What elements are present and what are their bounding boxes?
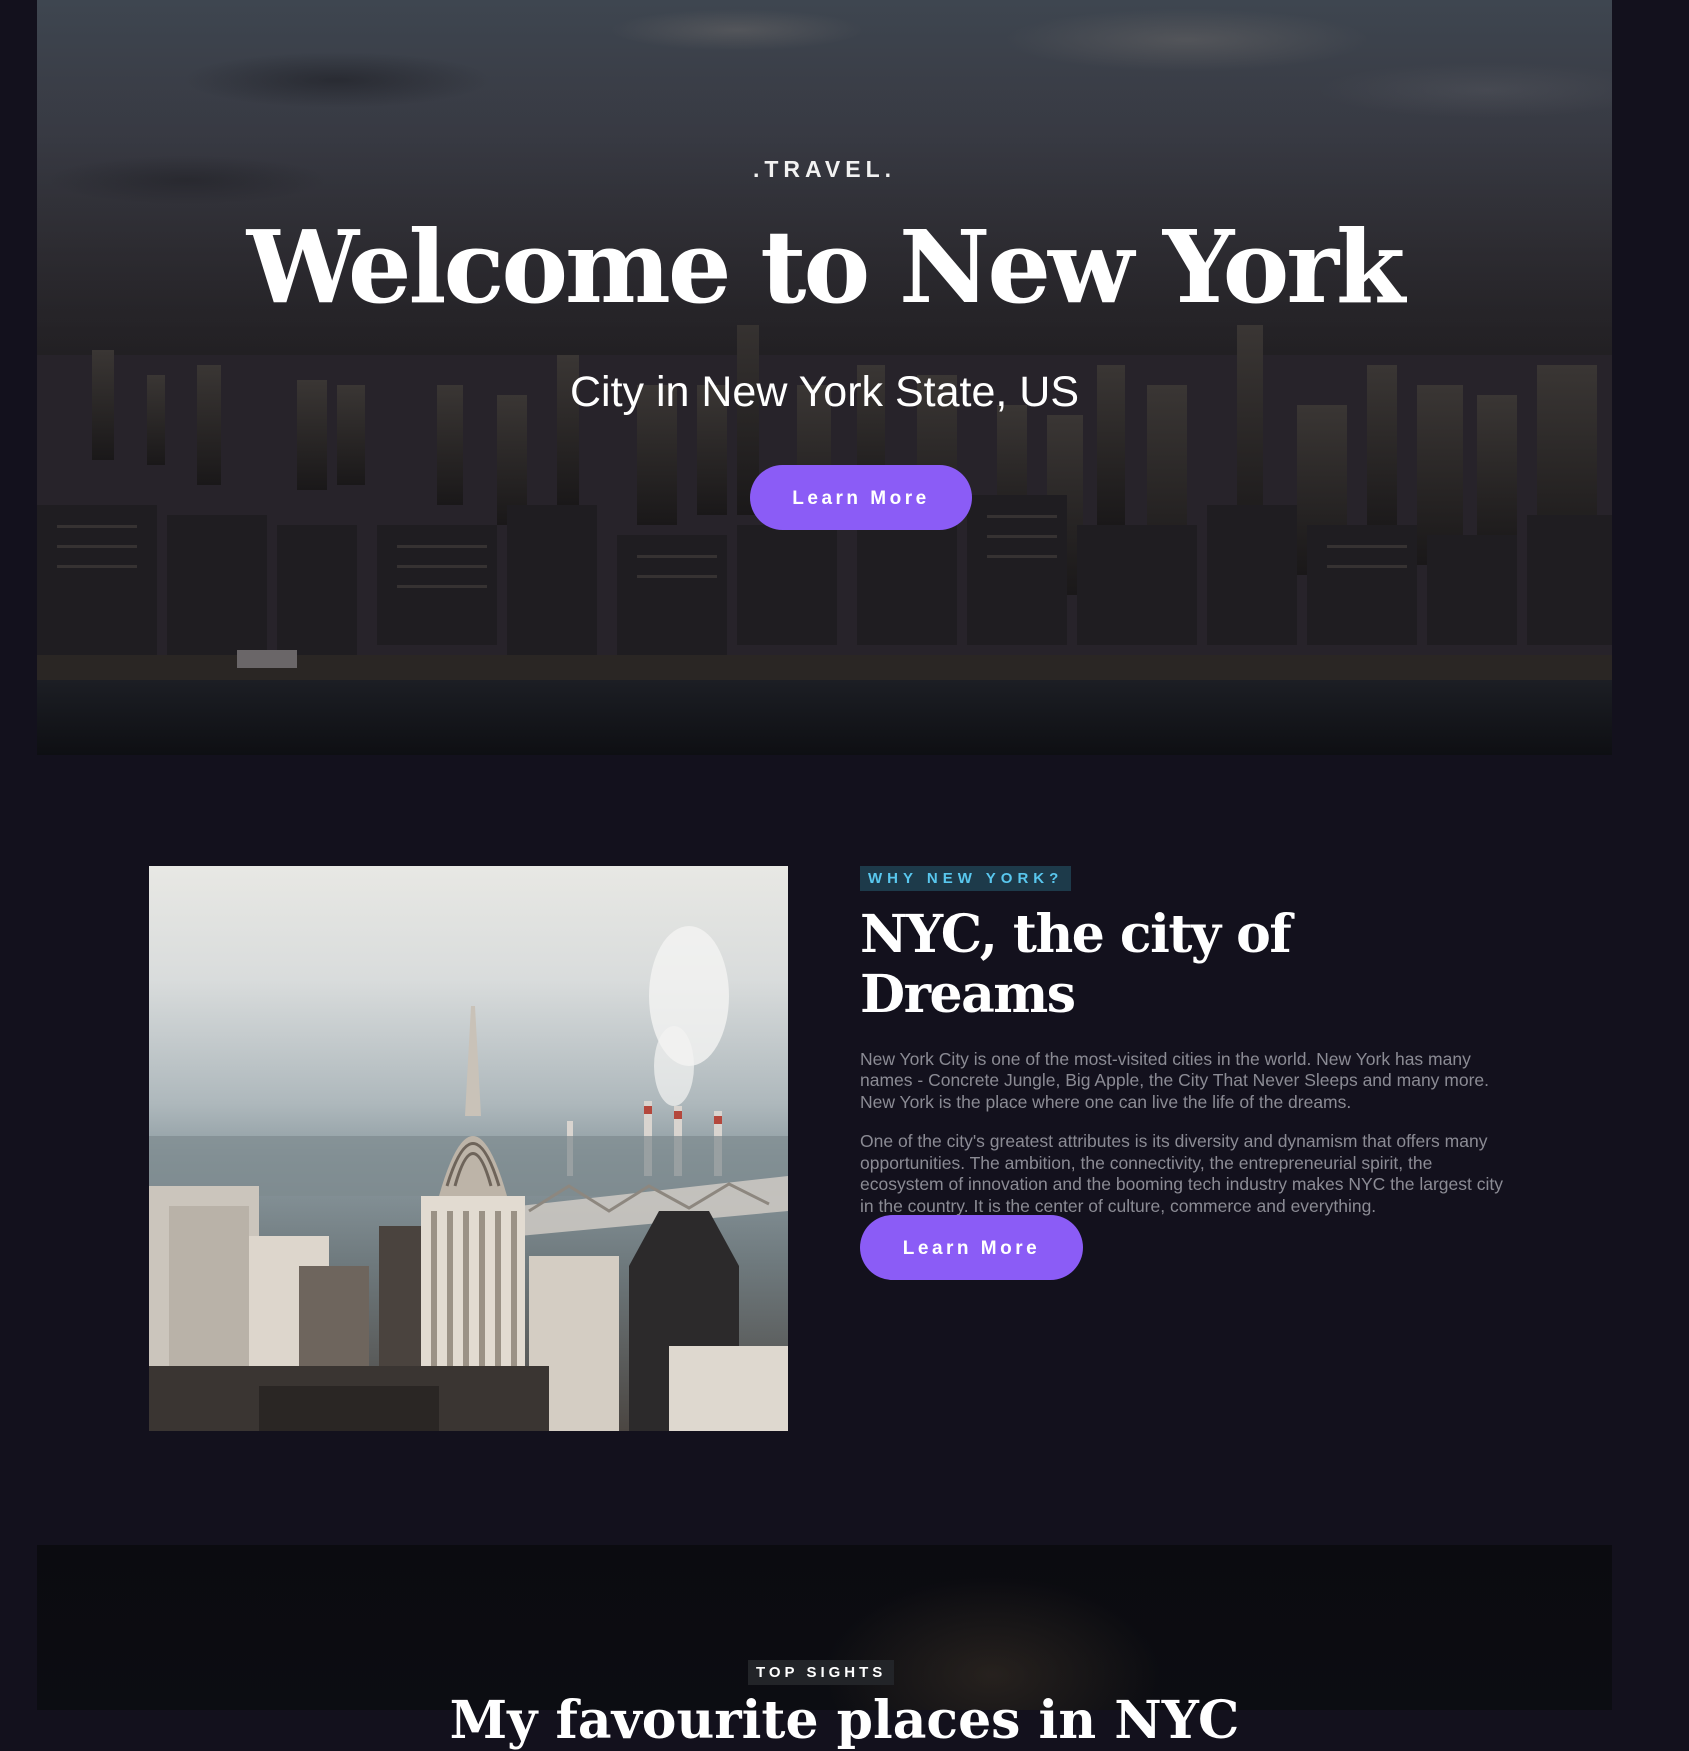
top-sights-tag: TOP SIGHTS	[748, 1660, 895, 1685]
top-sights-heading: My favourite places in NYC	[449, 1690, 1240, 1751]
why-new-york-tag: WHY NEW YORK?	[860, 866, 1072, 891]
hero-eyebrow: .TRAVEL.	[752, 156, 897, 182]
top-sights-section	[37, 1545, 1612, 1710]
chrysler-building-photo	[149, 866, 788, 1431]
chrysler-building-illustration	[149, 926, 788, 1431]
about-learn-more-button[interactable]: Learn More	[860, 1215, 1083, 1280]
about-paragraph: One of the city's greatest attributes is…	[860, 1131, 1503, 1216]
hero-section: .TRAVEL. Welcome to New York City in New…	[37, 0, 1612, 755]
about-text-block: WHY NEW YORK? NYC, the city of Dreams Ne…	[860, 866, 1510, 1217]
about-heading: NYC, the city of Dreams	[860, 904, 1292, 1025]
hero-learn-more-button[interactable]: Learn More	[750, 465, 972, 530]
hero-title: Welcome to New York	[246, 208, 1406, 326]
hero-subtitle: City in New York State, US	[569, 368, 1080, 416]
about-paragraph: New York City is one of the most-visited…	[860, 1048, 1490, 1112]
